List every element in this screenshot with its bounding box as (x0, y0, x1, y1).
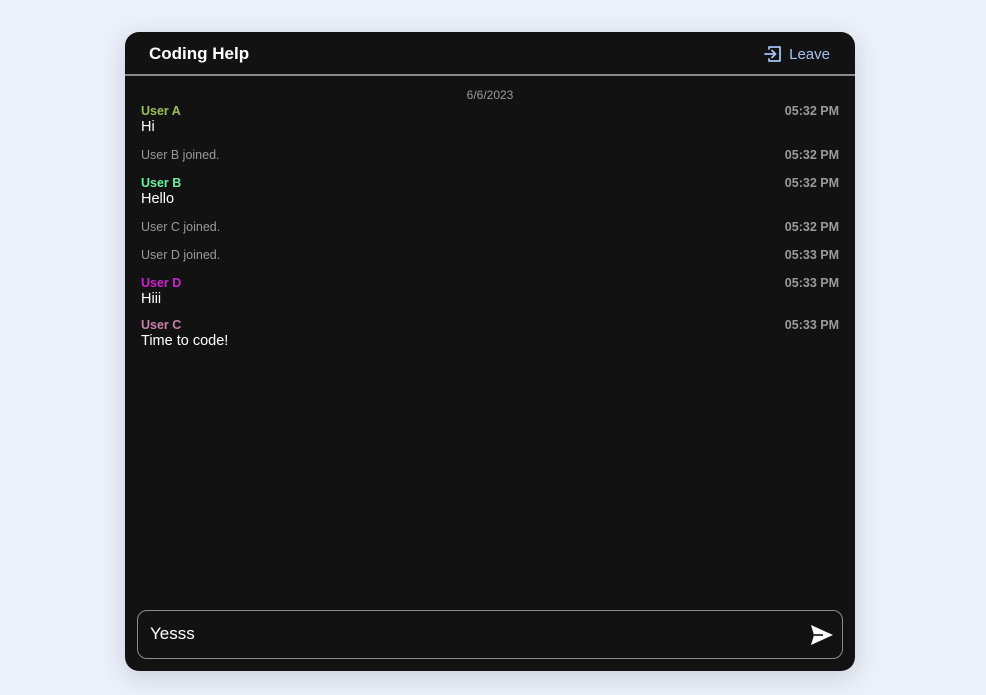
system-message-text: User C joined. (141, 220, 221, 234)
message-composer (137, 610, 843, 659)
message-text: Hello (141, 191, 175, 207)
message-sender: User A (141, 104, 181, 118)
system-message: User C joined. 05:32 PM (141, 220, 839, 234)
message-time: 05:32 PM (784, 104, 839, 118)
message-sender: User D (141, 276, 182, 290)
message-time: 05:32 PM (784, 148, 839, 162)
date-divider: 6/6/2023 (466, 88, 514, 102)
message-item: User D Hiii 05:33 PM (141, 276, 839, 308)
system-message: User D joined. 05:33 PM (141, 248, 839, 262)
message-time: 05:32 PM (784, 220, 839, 234)
message-sender: User C (141, 318, 182, 332)
leave-label: Leave (789, 45, 830, 63)
message-item: User C Time to code! 05:33 PM (141, 318, 839, 350)
send-button[interactable] (810, 624, 834, 646)
chat-window: Coding Help Leave 6/6/2023 User A Hi 05:… (125, 32, 855, 671)
message-item: User A Hi 05:32 PM (141, 104, 839, 136)
system-message-text: User B joined. (141, 148, 220, 162)
chat-header: Coding Help Leave (125, 32, 855, 76)
message-item: User B Hello 05:32 PM (141, 176, 839, 208)
leave-button[interactable]: Leave (763, 44, 830, 64)
message-text: Hi (141, 119, 155, 135)
message-list: 6/6/2023 User A Hi 05:32 PM User B joine… (141, 76, 839, 350)
system-message-text: User D joined. (141, 248, 221, 262)
message-text: Hiii (141, 291, 162, 307)
message-time: 05:32 PM (784, 176, 839, 190)
room-title: Coding Help (149, 44, 250, 63)
message-text: Time to code! (141, 333, 229, 349)
message-sender: User B (141, 176, 182, 190)
message-time: 05:33 PM (784, 276, 839, 290)
message-input[interactable] (150, 619, 790, 649)
system-message: User B joined. 05:32 PM (141, 148, 839, 162)
send-icon (810, 625, 834, 650)
exit-icon (763, 44, 783, 64)
message-time: 05:33 PM (784, 318, 839, 332)
message-time: 05:33 PM (784, 248, 839, 262)
